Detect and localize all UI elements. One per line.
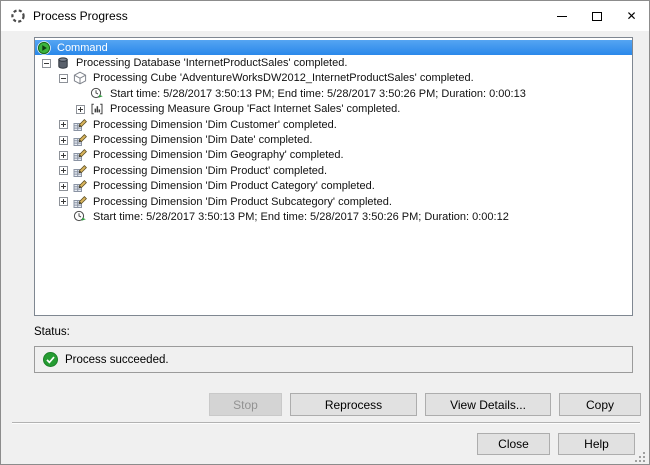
tree-row[interactable]: Processing Database 'InternetProductSale… — [35, 55, 632, 70]
status-message: Process succeeded. — [65, 353, 169, 366]
expander-plus-icon[interactable] — [59, 150, 73, 160]
tree-row[interactable]: Command — [35, 40, 632, 56]
expander-plus-icon[interactable] — [76, 104, 90, 114]
window-title: Process Progress — [33, 9, 128, 23]
expander-plus-icon[interactable] — [59, 120, 73, 130]
help-button[interactable]: Help — [558, 433, 635, 455]
tree-row[interactable]: Processing Dimension 'Dim Product' compl… — [35, 163, 632, 178]
maximize-icon — [591, 11, 602, 21]
minimize-icon — [556, 15, 567, 17]
expander-box — [59, 120, 68, 130]
stop-button[interactable]: Stop — [209, 393, 282, 416]
tree-row-label: Processing Dimension 'Dim Product Catego… — [93, 180, 375, 193]
tree-row-label: Processing Measure Group 'Fact Internet … — [110, 103, 401, 116]
tree-row[interactable]: Processing Cube 'AdventureWorksDW2012_In… — [35, 71, 632, 86]
window-controls: ✕ — [544, 1, 649, 31]
success-check-icon — [43, 352, 58, 367]
reprocess-button[interactable]: Reprocess — [290, 393, 417, 416]
expander-box — [59, 181, 68, 191]
dimension-icon — [73, 164, 87, 178]
expander-plus-icon[interactable] — [59, 166, 73, 176]
dimension-icon — [73, 179, 87, 193]
view-details-button[interactable]: View Details... — [425, 393, 551, 416]
tree-row[interactable]: Processing Dimension 'Dim Geography' com… — [35, 148, 632, 163]
expander-box — [59, 135, 68, 145]
title-bar[interactable]: Process Progress ✕ — [1, 1, 649, 31]
tree-row-label: Processing Database 'InternetProductSale… — [76, 57, 348, 70]
maximize-button[interactable] — [579, 1, 614, 31]
status-box: Process succeeded. — [34, 346, 633, 373]
dimension-icon — [73, 195, 87, 209]
expander-box — [42, 58, 51, 68]
tree-row-label: Command — [57, 41, 108, 54]
expander-box — [59, 166, 68, 176]
expander-plus-icon[interactable] — [59, 181, 73, 191]
dimension-icon — [73, 118, 87, 132]
process-progress-dialog: Process Progress ✕ Command Processing Dat… — [0, 0, 650, 465]
tree-row-label: Processing Dimension 'Dim Product Subcat… — [93, 195, 392, 208]
expander-box — [59, 73, 68, 83]
resize-grip[interactable] — [635, 450, 646, 462]
tree-row[interactable]: Processing Dimension 'Dim Customer' comp… — [35, 117, 632, 132]
expander-plus-icon[interactable] — [59, 135, 73, 145]
dimension-icon — [73, 133, 87, 147]
command-icon — [37, 40, 51, 55]
tree-row[interactable]: Processing Dimension 'Dim Product Subcat… — [35, 194, 632, 209]
minimize-button[interactable] — [544, 1, 579, 31]
close-icon: ✕ — [626, 9, 637, 23]
expander-plus-icon[interactable] — [59, 197, 73, 207]
database-icon — [56, 56, 70, 70]
tree-row-label: Start time: 5/28/2017 3:50:13 PM; End ti… — [110, 87, 526, 100]
tree-row[interactable]: Start time: 5/28/2017 3:50:13 PM; End ti… — [35, 209, 632, 224]
dimension-icon — [73, 148, 87, 162]
expander-box — [59, 197, 68, 207]
process-icon — [10, 8, 26, 24]
measure-group-icon — [90, 102, 104, 116]
tree-row-label: Processing Dimension 'Dim Product' compl… — [93, 164, 328, 177]
expander-minus-icon[interactable] — [42, 58, 56, 68]
tree-row[interactable]: Start time: 5/28/2017 3:50:13 PM; End ti… — [35, 86, 632, 101]
clock-icon — [73, 210, 87, 224]
tree-row-label: Start time: 5/28/2017 3:50:13 PM; End ti… — [93, 210, 509, 223]
copy-button[interactable]: Copy — [559, 393, 641, 416]
tree-row[interactable]: Processing Dimension 'Dim Product Catego… — [35, 179, 632, 194]
tree-row-label: Processing Dimension 'Dim Customer' comp… — [93, 118, 337, 131]
close-button[interactable]: Close — [477, 433, 550, 455]
tree-row-label: Processing Cube 'AdventureWorksDW2012_In… — [93, 72, 474, 85]
status-label: Status: — [34, 326, 70, 338]
process-tree: Command Processing Database 'InternetProd… — [34, 37, 633, 316]
clock-icon — [90, 87, 104, 101]
tree-row-label: Processing Dimension 'Dim Date' complete… — [93, 134, 313, 147]
expander-box — [59, 150, 68, 160]
expander-minus-icon[interactable] — [59, 73, 73, 83]
cube-icon — [73, 71, 87, 85]
tree-row-label: Processing Dimension 'Dim Geography' com… — [93, 149, 344, 162]
tree-row[interactable]: Processing Measure Group 'Fact Internet … — [35, 102, 632, 117]
close-window-button[interactable]: ✕ — [614, 1, 649, 31]
expander-box — [76, 104, 85, 114]
tree-row[interactable]: Processing Dimension 'Dim Date' complete… — [35, 132, 632, 147]
divider — [12, 422, 640, 424]
